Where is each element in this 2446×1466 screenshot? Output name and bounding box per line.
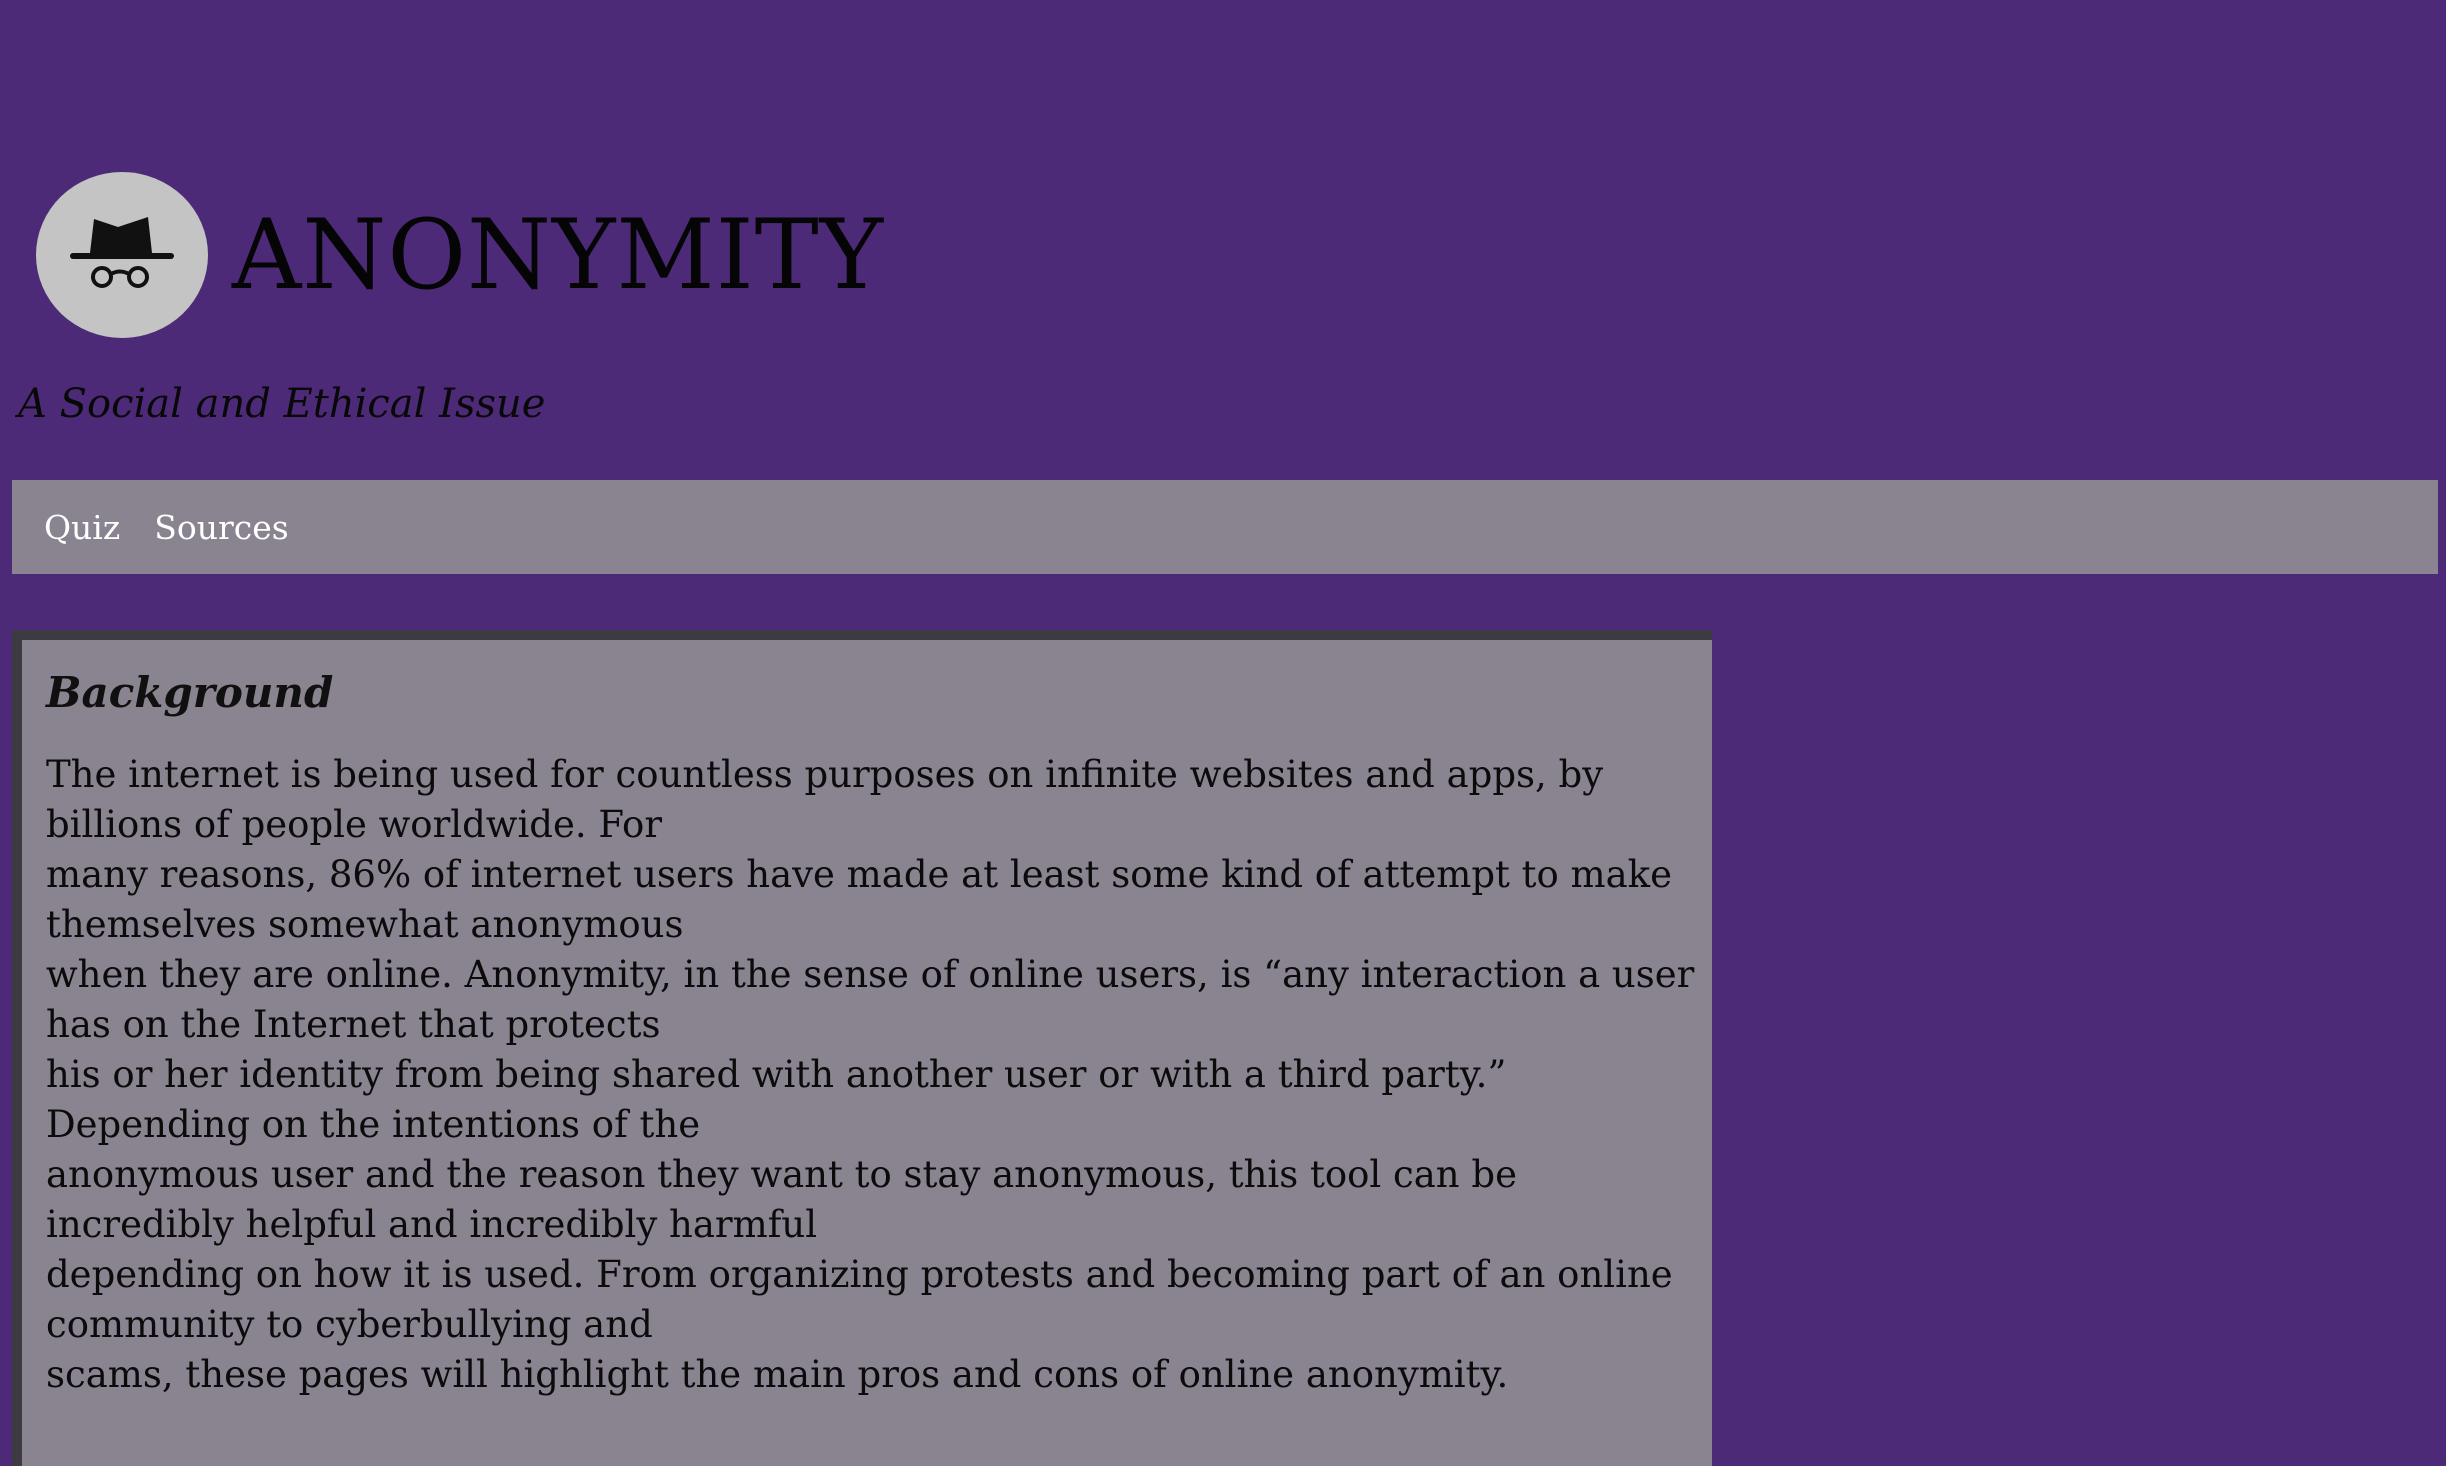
paragraph-line: billions of people worldwide. For (46, 803, 663, 847)
logo[interactable] (36, 172, 208, 338)
paragraph-line: scams, these pages will highlight the ma… (46, 1353, 1509, 1397)
main-navigation: Quiz Sources (12, 480, 2438, 574)
paragraph-line: his or her identity from being shared wi… (46, 1053, 1507, 1097)
background-content: Background The internet is being used fo… (46, 668, 1695, 1400)
nav-link-sources[interactable]: Sources (154, 511, 288, 544)
paragraph-line: when they are online. Anonymity, in the … (46, 953, 1695, 997)
paragraph-line: many reasons, 86% of internet users have… (46, 853, 1672, 897)
paragraph-line: has on the Internet that protects (46, 1003, 661, 1047)
paragraph-line: The internet is being used for countless… (46, 753, 1604, 797)
paragraph-line: Depending on the intentions of the (46, 1103, 701, 1147)
paragraph-line: incredibly helpful and incredibly harmfu… (46, 1203, 818, 1247)
nav-link-quiz[interactable]: Quiz (44, 511, 120, 544)
paragraph-line: community to cyberbullying and (46, 1303, 653, 1347)
background-section: Background The internet is being used fo… (12, 630, 1712, 1466)
paragraph-line: anonymous user and the reason they want … (46, 1153, 1517, 1197)
site-header: ANONYMITY A Social and Ethical Issue (0, 0, 2446, 480)
site-tagline: A Social and Ethical Issue (18, 381, 546, 427)
incognito-icon (70, 217, 174, 288)
brand: ANONYMITY (36, 172, 884, 338)
section-heading: Background (46, 668, 334, 717)
paragraph-line: depending on how it is used. From organi… (46, 1253, 1673, 1297)
site-title: ANONYMITY (232, 199, 885, 311)
background-paragraph: The internet is being used for countless… (46, 750, 1695, 1400)
paragraph-line: themselves somewhat anonymous (46, 903, 684, 947)
